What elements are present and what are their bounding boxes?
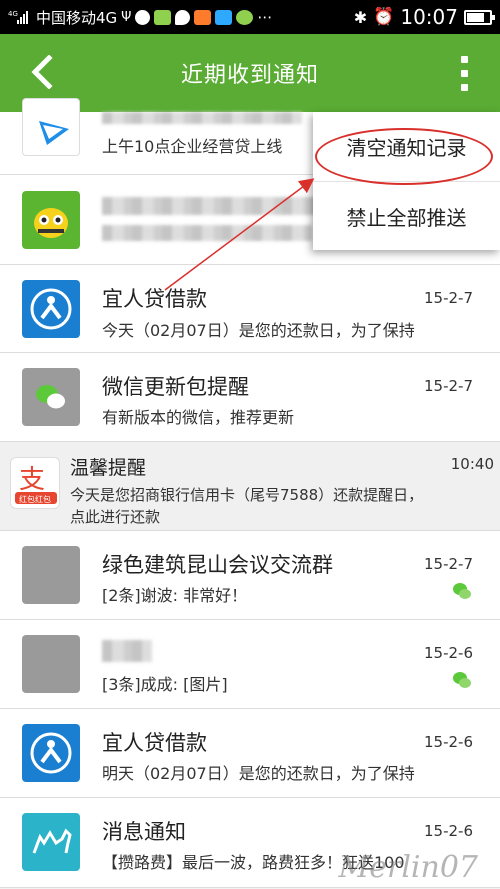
notification-preview: 有新版本的微信，推荐更新 — [102, 408, 295, 427]
notification-preview: 今天（02月07日）是您的还款日，为了保持 — [102, 321, 415, 340]
notification-date: 15-2-7 — [424, 377, 473, 395]
page-title: 近期收到通知 — [180, 63, 319, 88]
signal-icon: 4G — [8, 9, 32, 25]
notification-title: 宜人贷借款 — [102, 287, 207, 311]
list-item[interactable]: 宜人贷借款 15-2-6 明天（02月07日）是您的还款日，为了保持 — [0, 709, 500, 798]
list-item[interactable]: 支红包红包 温馨提醒 10:40 今天是您招商银行信用卡（尾号7588）还款提醒… — [0, 442, 500, 531]
play-video-app-icon — [22, 98, 80, 156]
camel-icon — [22, 813, 80, 871]
more-options-button[interactable] — [454, 52, 474, 94]
notification-date: 15-2-6 — [424, 822, 473, 840]
bluetooth-icon: ✱ — [353, 7, 368, 27]
block-all-push-menu-item[interactable]: 禁止全部推送 — [313, 181, 500, 250]
notification-title: 温馨提醒 — [70, 457, 147, 479]
notification-preview: 明天（02月07日）是您的还款日，为了保持 — [102, 764, 415, 783]
notification-title: 消息通知 — [102, 820, 186, 844]
notification-preview-line2: 点此进行还款 — [70, 508, 161, 526]
yirendai-icon — [22, 724, 80, 782]
notification-date: 15-2-6 — [424, 733, 473, 751]
watermark: Merlin07 — [338, 850, 479, 885]
video-notify-icon — [215, 9, 233, 25]
notification-preview: 上午10点企业经营贷上线 — [102, 137, 283, 156]
wechat-icon — [22, 368, 80, 426]
notification-date: 15-2-7 — [424, 289, 473, 307]
carrier-label: 中国移动4G — [36, 8, 118, 27]
bee-mascot-app-icon — [22, 191, 80, 249]
svg-text:红包红包: 红包红包 — [19, 494, 51, 504]
status-time: 10:07 — [400, 5, 458, 29]
notification-date: 15-2-7 — [424, 555, 473, 573]
gray-avatar-icon — [22, 546, 80, 604]
wechat-notify-icon — [154, 9, 172, 25]
list-item[interactable]: 微信更新包提醒 15-2-7 有新版本的微信，推荐更新 — [0, 353, 500, 442]
notification-date: 15-2-6 — [424, 644, 473, 662]
message-notify-icon — [175, 9, 191, 25]
highlight-ellipse — [315, 128, 493, 185]
notification-title: 宜人贷借款 — [102, 731, 207, 755]
wechat-small-icon — [453, 672, 471, 688]
alipay-icon: 支红包红包 — [10, 457, 60, 509]
notification-preview: [3条]成成: [图片] — [102, 675, 228, 694]
more-vertical-icon — [460, 55, 468, 63]
list-item[interactable]: 绿色建筑昆山会议交流群 15-2-7 [2条]谢波: 非常好！ — [0, 531, 500, 620]
chevron-left-icon — [31, 55, 53, 89]
qq-notify-icon — [135, 9, 151, 25]
taobao-notify-icon — [194, 9, 212, 25]
notification-preview: [2条]谢波: 非常好！ — [102, 586, 248, 605]
svg-text:4G: 4G — [8, 10, 18, 18]
notification-title: 微信更新包提醒 — [102, 375, 249, 399]
notification-date: 10:40 — [450, 455, 494, 473]
notification-title: 绿色建筑昆山会议交流群 — [102, 553, 333, 577]
wechat-notify-icon-2 — [236, 9, 254, 25]
gray-avatar-icon — [22, 635, 80, 693]
list-item[interactable]: 15-2-6 [3条]成成: [图片] — [0, 620, 500, 709]
list-item[interactable]: 宜人贷借款 15-2-7 今天（02月07日）是您的还款日，为了保持 — [0, 265, 500, 353]
notification-preview: 今天是您招商银行信用卡（尾号7588）还款提醒日， — [70, 486, 424, 504]
battery-icon — [464, 9, 495, 25]
back-button[interactable] — [22, 52, 62, 92]
more-notifications-icon: ⋯ — [257, 8, 273, 26]
status-bar: 4G 中国移动4G Ψ ⋯ ✱ ⏰ 10:07 — [0, 0, 500, 34]
alarm-icon: ⏰ — [373, 7, 395, 27]
yirendai-icon — [22, 280, 80, 338]
wechat-small-icon — [453, 583, 471, 599]
svg-text:支: 支 — [19, 465, 45, 495]
usb-icon: Ψ — [121, 9, 132, 25]
